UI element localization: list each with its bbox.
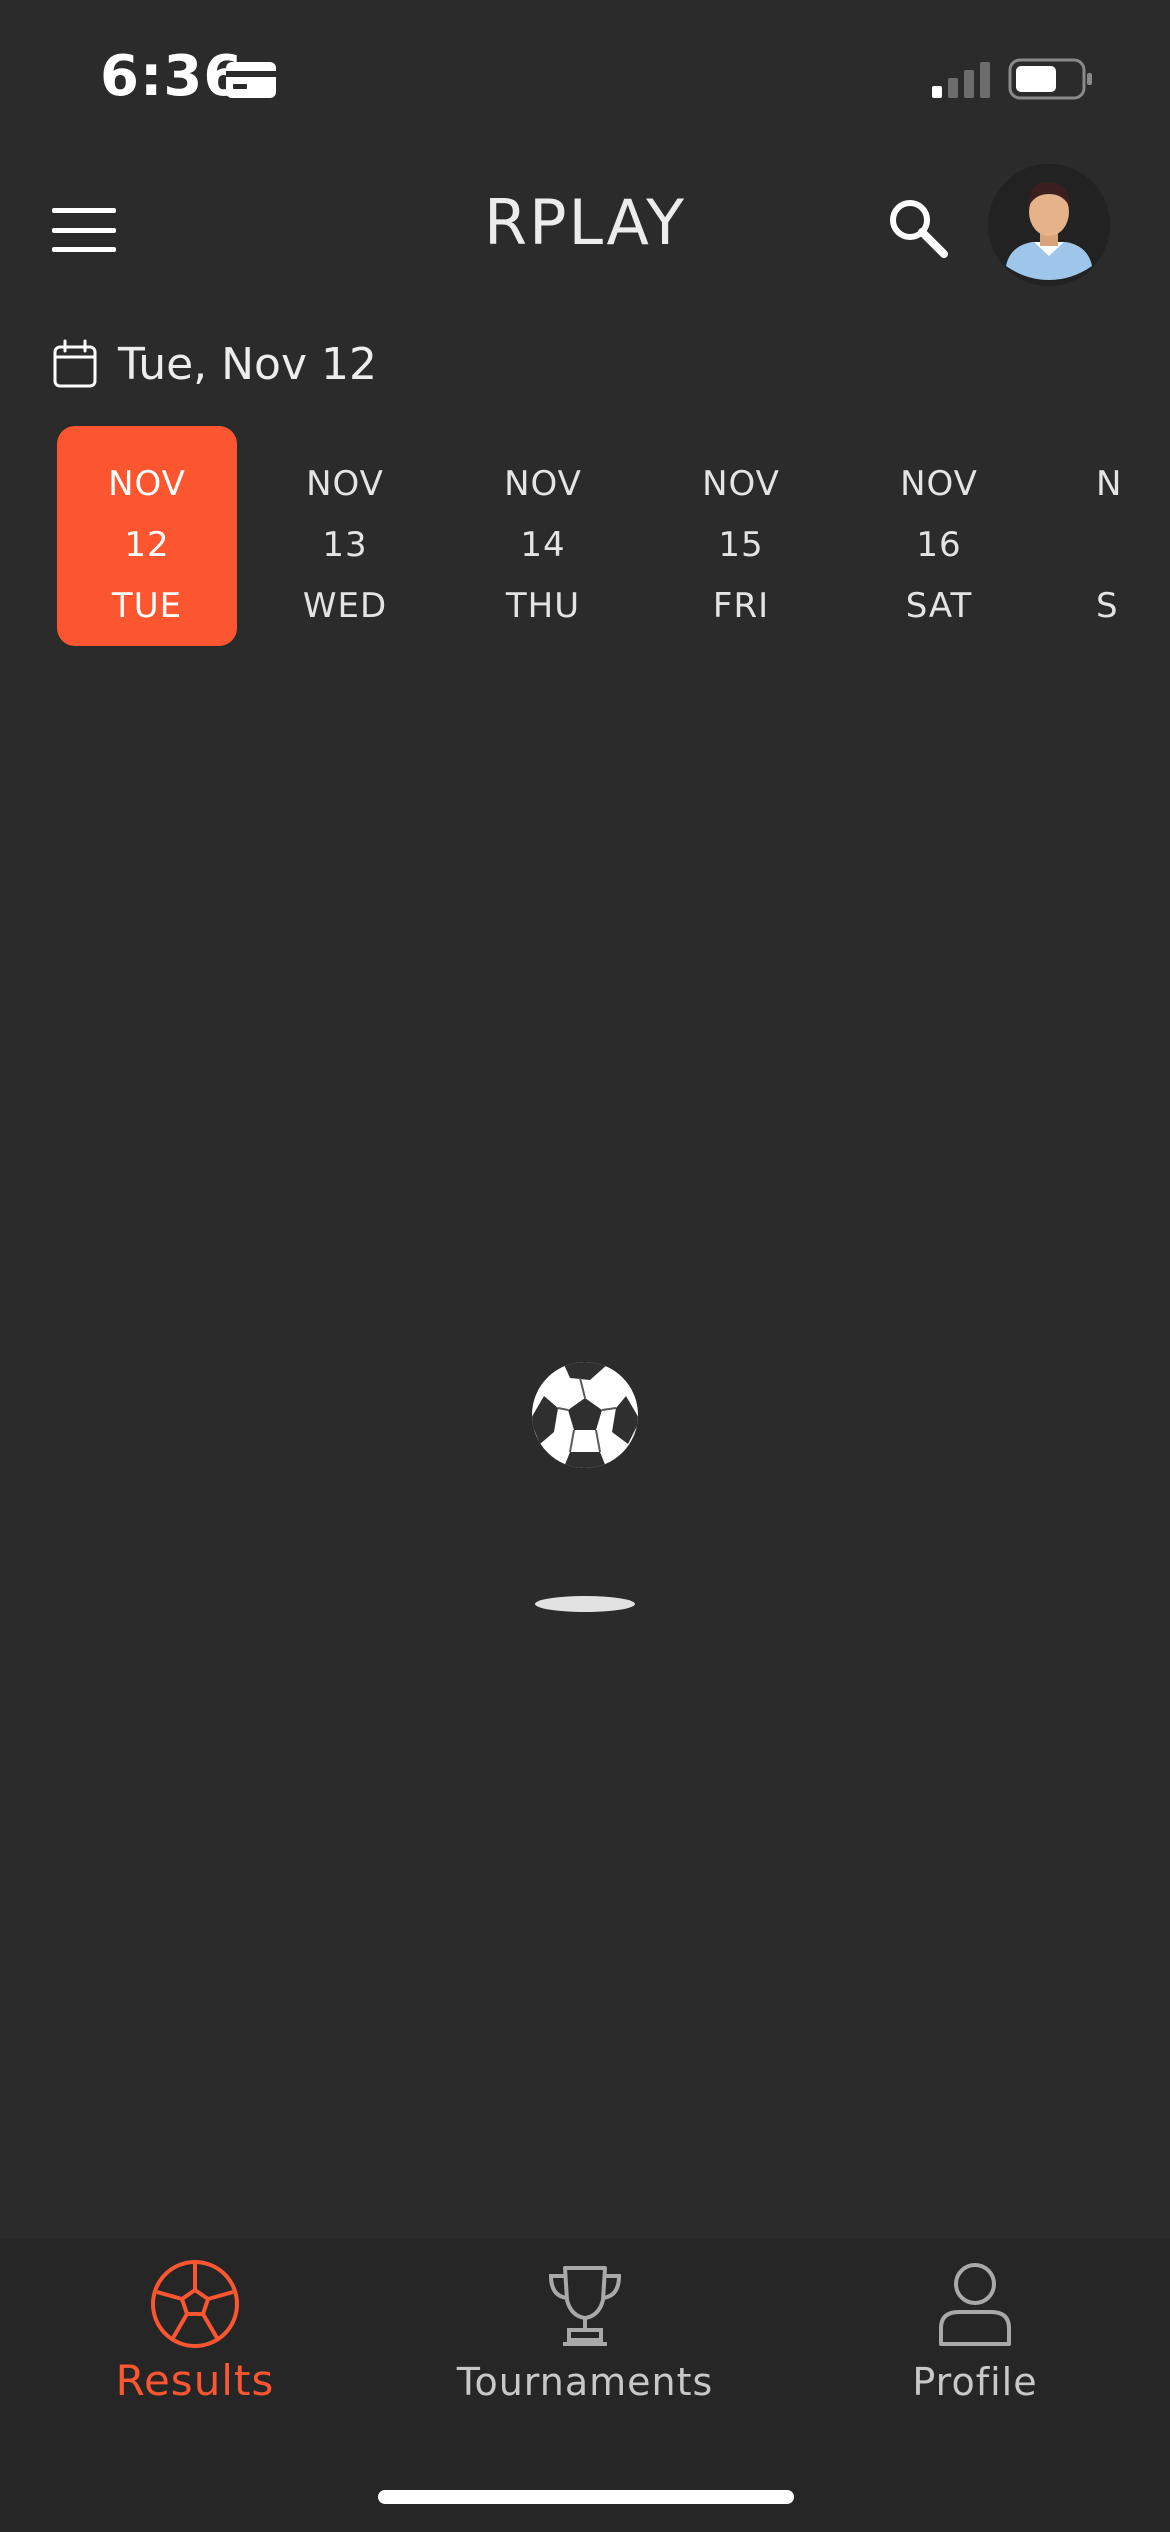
day-month: NOV [504, 464, 582, 504]
day-strip: NOV 12 TUE NOV 13 WED NOV 14 THU NOV 15 … [0, 424, 1170, 648]
day-item[interactable]: NOV 15 FRI [651, 426, 831, 646]
soccer-ball-icon [151, 2260, 239, 2348]
cellular-signal-icon [932, 62, 990, 98]
day-number: 12 [124, 525, 170, 565]
tab-results[interactable]: Results [45, 2256, 345, 2405]
search-icon[interactable] [884, 194, 950, 260]
person-icon [939, 2263, 1011, 2346]
day-item[interactable]: NOV 14 THU [453, 426, 633, 646]
status-time: 6:36 [100, 44, 244, 109]
tab-results-label: Results [115, 2356, 275, 2405]
selected-date-label: Tue, Nov 12 [118, 338, 377, 390]
day-month: NOV [306, 464, 384, 504]
day-number: 13 [322, 525, 368, 565]
day-number: 15 [718, 525, 764, 565]
day-month: N [1096, 464, 1123, 504]
status-bar: 6:36 [0, 0, 1170, 150]
day-weekday: SAT [905, 586, 973, 626]
tab-profile[interactable]: Profile [825, 2256, 1125, 2404]
day-item[interactable]: N S [1020, 426, 1170, 646]
bottom-navigation: Results Tournaments Profile [0, 2238, 1170, 2532]
battery-icon [1008, 58, 1092, 100]
day-number [1096, 515, 1170, 576]
tab-tournaments-label: Tournaments [456, 2360, 714, 2404]
home-indicator[interactable] [378, 2490, 794, 2504]
loading-indicator [500, 1340, 670, 1620]
day-weekday: S [1096, 586, 1119, 626]
day-weekday: WED [302, 586, 388, 626]
day-month: NOV [108, 464, 186, 504]
user-avatar-icon [988, 164, 1110, 286]
soccer-ball-icon [532, 1362, 638, 1612]
selected-date[interactable]: Tue, Nov 12 [52, 334, 377, 394]
day-weekday: TUE [111, 586, 183, 626]
day-month: NOV [900, 464, 978, 504]
day-weekday: FRI [712, 586, 770, 626]
day-number: 14 [520, 525, 566, 565]
tab-tournaments[interactable]: Tournaments [435, 2256, 735, 2404]
day-month: NOV [702, 464, 780, 504]
trophy-icon [548, 2266, 622, 2346]
day-number: 16 [916, 525, 962, 565]
tab-profile-label: Profile [912, 2360, 1038, 2404]
day-weekday: THU [505, 586, 581, 626]
day-item[interactable]: NOV 16 SAT [849, 426, 1029, 646]
card-icon [226, 62, 276, 98]
day-item[interactable]: NOV 13 WED [255, 426, 435, 646]
app-header: RPLAY [0, 160, 1170, 300]
calendar-icon [53, 339, 97, 388]
avatar[interactable] [988, 164, 1110, 286]
day-item[interactable]: NOV 12 TUE [57, 426, 237, 646]
